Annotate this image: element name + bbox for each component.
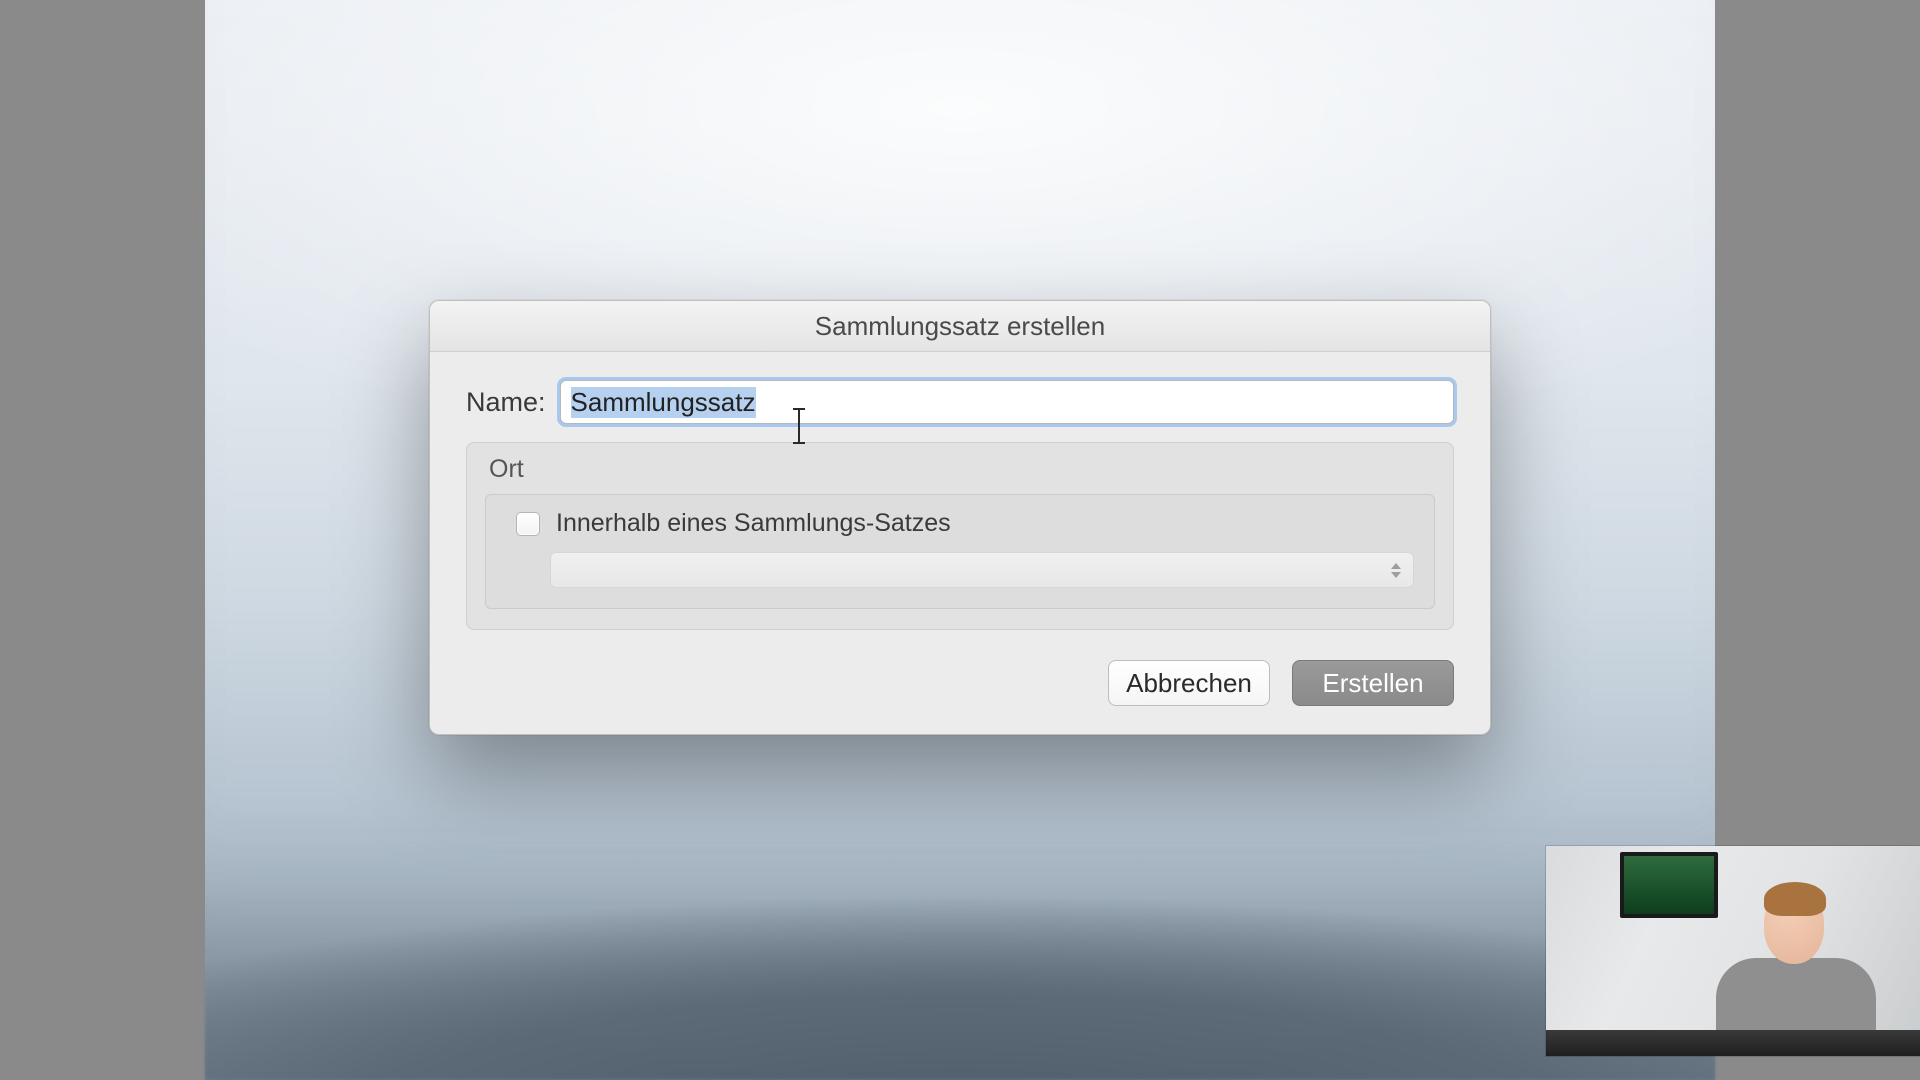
desktop-backdrop: Sammlungssatz erstellen Name: Ort Innerh…	[205, 0, 1715, 1080]
inside-set-row: Innerhalb eines Sammlungs-Satzes	[516, 509, 1414, 538]
desk	[1546, 1030, 1920, 1056]
text-cursor-icon	[798, 410, 800, 442]
inside-set-checkbox[interactable]	[516, 512, 540, 536]
location-group-title: Ort	[489, 455, 1435, 484]
wall-art	[1620, 852, 1718, 918]
select-stepper-icon	[1389, 560, 1403, 580]
create-collection-set-dialog: Sammlungssatz erstellen Name: Ort Innerh…	[429, 300, 1491, 735]
cancel-button[interactable]: Abbrechen	[1108, 660, 1270, 706]
dialog-title: Sammlungssatz erstellen	[430, 301, 1490, 352]
dialog-button-row: Abbrechen Erstellen	[466, 660, 1454, 706]
dialog-body: Name: Ort Innerhalb eines Sammlungs-Satz…	[430, 352, 1490, 734]
name-input[interactable]	[560, 380, 1454, 424]
location-inner-panel: Innerhalb eines Sammlungs-Satzes	[485, 494, 1435, 609]
presenter-silhouette	[1716, 876, 1876, 1056]
presenter-webcam-overlay	[1546, 846, 1920, 1056]
name-row: Name:	[466, 380, 1454, 424]
create-button[interactable]: Erstellen	[1292, 660, 1454, 706]
backdrop-mountain	[205, 880, 1715, 1080]
inside-set-label: Innerhalb eines Sammlungs-Satzes	[556, 509, 951, 538]
location-group: Ort Innerhalb eines Sammlungs-Satzes	[466, 442, 1454, 630]
parent-set-select[interactable]	[550, 552, 1414, 588]
name-label: Name:	[466, 387, 546, 418]
